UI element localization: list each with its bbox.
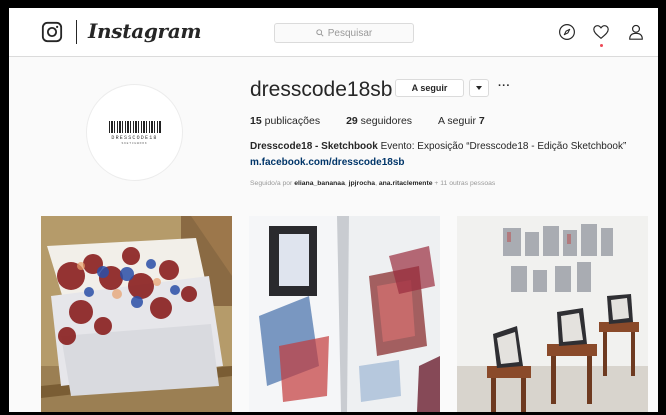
logo-divider [76,20,77,44]
avatar-caption: DRESSCODE18 [111,134,158,141]
profile-username: dresscode18sb [250,78,393,101]
follower-name-link[interactable]: ana.ritaclemente [379,180,433,187]
triangle-down-icon [476,86,482,90]
following-button[interactable]: A seguir [395,79,464,97]
profile-stats: 15 publicações 29 seguidores A seguir 7 [250,115,511,127]
profile-bio: Dresscode18 - Sketchbook Evento: Exposiç… [250,141,626,152]
instagram-wordmark[interactable]: Instagram [88,19,202,43]
suggestions-dropdown-button[interactable] [469,79,489,97]
search-placeholder: Pesquisar [327,27,373,39]
top-navigation-bar: Instagram Pesquisar [9,8,658,57]
bio-link[interactable]: m.facebook.com/dresscode18sb [250,157,405,168]
search-icon [316,29,324,37]
barcode-logo [108,120,161,133]
posts-stat: 15 publicações [250,115,320,127]
bio-text: Evento: Exposição “Dresscode18 - Edição … [377,141,627,152]
post-thumbnail[interactable] [41,216,232,412]
follower-name-link[interactable]: eliana_bananaa [294,180,345,187]
post-image-open-sketchbook [249,216,440,412]
notification-dot [600,44,603,47]
avatar-subcaption: SKETCHBOOK [121,141,148,145]
followed-by-line: Seguido/a por eliana_bananaa, jpjrocha, … [250,180,495,187]
more-options-button[interactable]: ··· [498,80,511,92]
following-label: A seguir [438,115,476,127]
profile-avatar[interactable]: DRESSCODE18 SKETCHBOOK [86,84,183,181]
post-image-exhibition-room [457,216,648,412]
followers-count: 29 [346,115,358,127]
heart-icon[interactable] [592,23,610,41]
user-icon[interactable] [627,23,645,41]
post-thumbnail[interactable] [249,216,440,412]
posts-label: publicações [264,115,321,127]
follower-name-link[interactable]: jpjrocha [349,180,375,187]
post-image-painted-papers [41,216,232,412]
followed-by-suffix[interactable]: + 11 outras pessoas [433,180,495,187]
instagram-camera-icon[interactable] [41,21,63,43]
followed-by-prefix: Seguido/a por [250,180,295,187]
search-input[interactable]: Pesquisar [274,23,414,43]
following-stat[interactable]: A seguir 7 [438,115,485,127]
posts-count: 15 [250,115,262,127]
following-count: 7 [478,115,485,127]
browser-frame: Instagram Pesquisar DRESSCODE18 SKETCHBO… [9,8,658,412]
followers-stat[interactable]: 29 seguidores [346,115,412,127]
followers-label: seguidores [360,115,413,127]
post-thumbnail[interactable] [457,216,648,412]
bio-name: Dresscode18 - Sketchbook [250,141,378,152]
compass-icon[interactable] [558,23,576,41]
